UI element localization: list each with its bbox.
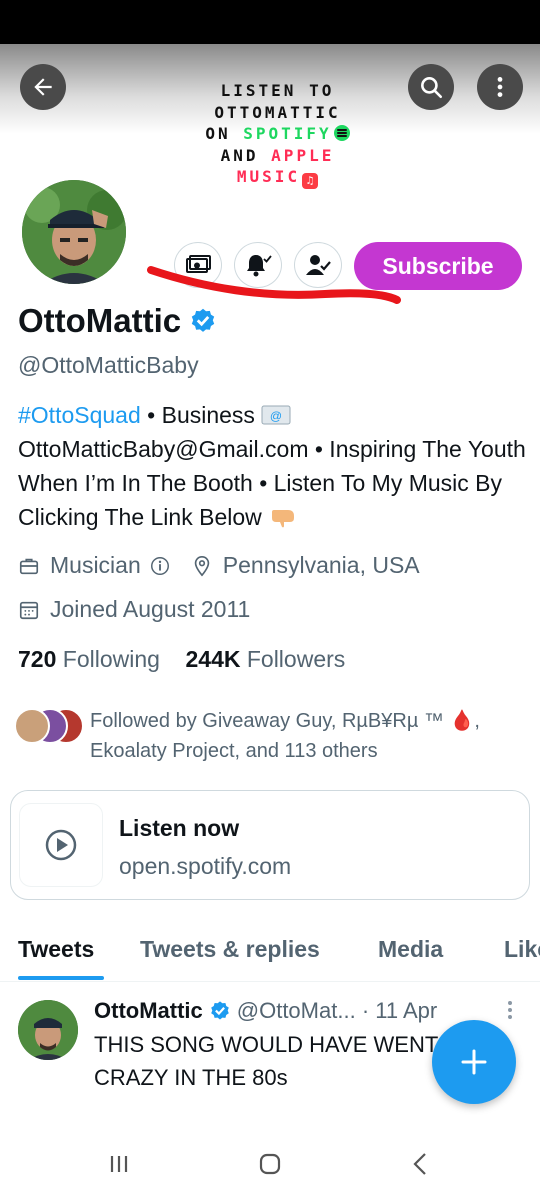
- joined-date-text: Joined August 2011: [50, 596, 251, 622]
- follower-avatars: [14, 708, 84, 748]
- plus-icon: [461, 1049, 487, 1075]
- bio-hashtag-link[interactable]: #OttoSquad: [18, 402, 141, 428]
- pointing-down-hand-icon: [272, 510, 295, 528]
- bio-text: • Business: [140, 402, 262, 428]
- profile-banner: LISTEN TO OTTOMATTIC ON SPOTIFY AND APPL…: [0, 44, 540, 194]
- tweet-author-handle[interactable]: @OttoMat...: [237, 998, 356, 1024]
- tweet-author-name[interactable]: OttoMattic: [94, 998, 203, 1024]
- verified-badge-icon: [210, 1001, 229, 1020]
- followed-by-row[interactable]: Followed by Giveaway Guy, RµB¥Rµ ™ 🩸, Ek…: [14, 706, 530, 766]
- home-icon: [259, 1153, 281, 1175]
- profile-link-card[interactable]: Listen now open.spotify.com: [10, 790, 530, 900]
- home-button[interactable]: [250, 1148, 290, 1180]
- play-circle-icon: [45, 829, 77, 861]
- profession-text: Musician: [50, 552, 141, 578]
- following-link[interactable]: 720 Following: [18, 646, 160, 672]
- location-pin-icon: [194, 555, 210, 576]
- recent-apps-icon: [110, 1156, 128, 1172]
- recent-apps-button[interactable]: [99, 1148, 139, 1180]
- spotify-logo-icon: [333, 125, 350, 141]
- info-icon[interactable]: [149, 555, 171, 577]
- avatar-image: [22, 180, 126, 284]
- profile-tabs: Tweets Tweets & replies Media Likes: [0, 920, 540, 982]
- more-vertical-icon: [497, 77, 503, 97]
- tweet-date[interactable]: · 11 Apr: [362, 998, 437, 1024]
- briefcase-icon: [19, 558, 39, 574]
- tweet-more-icon[interactable]: [500, 998, 520, 1022]
- active-tab-indicator: [18, 976, 104, 980]
- banner-line: AND APPLE: [220, 145, 335, 165]
- more-options-button[interactable]: [477, 64, 523, 110]
- search-icon: [421, 77, 443, 99]
- profile-avatar[interactable]: [18, 176, 130, 288]
- banner-line: ON SPOTIFY: [190, 123, 365, 145]
- arrow-left-icon: [34, 78, 52, 96]
- profession-row: Musician Pennsylvania, USA: [18, 552, 420, 579]
- banner-line: MUSIC ♫: [190, 166, 365, 189]
- follow-stats: 720 Following 244K Followers: [18, 646, 345, 673]
- tab-media[interactable]: Media: [378, 936, 443, 963]
- followers-link[interactable]: 244K Followers: [185, 646, 345, 672]
- status-bar: [0, 0, 540, 44]
- display-name: OttoMattic: [18, 302, 217, 340]
- banner-line: OTTOMATTIC: [214, 102, 341, 122]
- banner-text: LISTEN TO OTTOMATTIC ON SPOTIFY AND APPL…: [190, 80, 365, 189]
- svg-text:@: @: [270, 409, 282, 423]
- verified-badge-icon[interactable]: [189, 307, 217, 335]
- search-button[interactable]: [408, 64, 454, 110]
- joined-row: Joined August 2011: [18, 596, 250, 623]
- compose-tweet-button[interactable]: [432, 1020, 516, 1104]
- tweet-text[interactable]: THIS SONG WOULD HAVE WENT CRAZY IN THE 8…: [94, 1028, 454, 1098]
- tab-likes[interactable]: Likes: [504, 936, 540, 963]
- back-button[interactable]: [20, 64, 66, 110]
- chevron-left-icon: [413, 1153, 426, 1175]
- tab-tweets-replies[interactable]: Tweets & replies: [140, 936, 320, 963]
- followed-by-text: Followed by Giveaway Guy, RµB¥Rµ ™ 🩸, Ek…: [90, 710, 480, 762]
- link-url: open.spotify.com: [119, 853, 292, 879]
- tweet-header: OttoMattic @OttoMat... · 11 Apr: [94, 998, 437, 1024]
- tweet-avatar[interactable]: [18, 1000, 78, 1060]
- email-envelope-icon: @: [261, 405, 291, 425]
- profile-bio: #OttoSquad • Business @ OttoMatticBaby@G…: [18, 398, 528, 534]
- system-nav-bar: [0, 1128, 540, 1200]
- display-name-text: OttoMattic: [18, 302, 182, 339]
- tab-tweets[interactable]: Tweets: [18, 936, 94, 963]
- system-back-button[interactable]: [401, 1148, 441, 1180]
- calendar-icon: [19, 601, 39, 619]
- link-thumbnail: [19, 803, 103, 887]
- apple-music-icon: ♫: [302, 173, 319, 189]
- location-text: Pennsylvania, USA: [222, 552, 420, 578]
- profile-handle: @OttoMatticBaby: [18, 352, 199, 378]
- link-title: Listen now: [119, 815, 240, 841]
- banner-line: LISTEN TO: [220, 81, 335, 100]
- avatar-image: [18, 1000, 78, 1060]
- avatar: [14, 708, 50, 744]
